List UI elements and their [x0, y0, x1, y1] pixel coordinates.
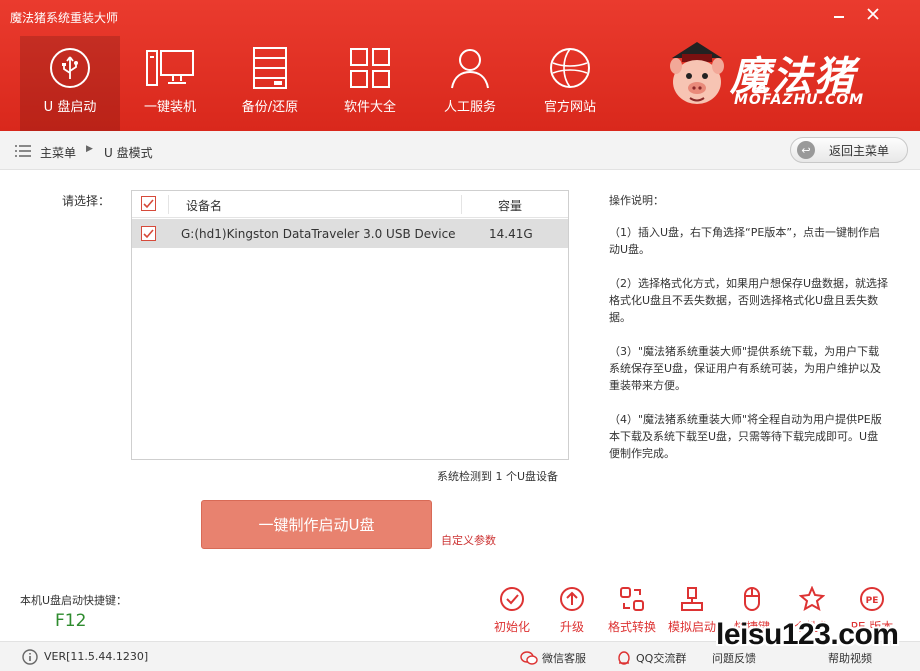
- tool-format-convert[interactable]: 格式转换: [602, 585, 662, 635]
- watermark: leisu123.com: [716, 618, 899, 651]
- select-all-checkbox[interactable]: [141, 196, 156, 211]
- minimize-icon[interactable]: [828, 6, 850, 24]
- header: 魔法猪系统重装大师 U 盘启动 一键装机 备份/还原 软件大全 人工服务 官方网…: [0, 0, 920, 131]
- nav-manual-service[interactable]: 人工服务: [420, 36, 520, 131]
- instruction-paragraph: （4）"魔法猪系统重装大师"将全程自动为用户提供PE版本下载及系统下载至U盘，只…: [609, 413, 882, 460]
- help-video-link[interactable]: 帮助视频: [828, 650, 872, 666]
- simulate-icon: [678, 585, 706, 613]
- column-device-name: 设备名: [186, 199, 223, 213]
- nav-label: 备份/还原: [241, 100, 299, 115]
- instruction-paragraph: （3）"魔法猪系统重装大师"提供系统下载，为用户下载系统保存至U盘，保证用户有系…: [609, 345, 882, 392]
- tool-upgrade[interactable]: 升级: [542, 585, 602, 635]
- make-boot-usb-button[interactable]: 一键制作启动U盘: [201, 500, 432, 549]
- help-video-label: 帮助视频: [828, 652, 872, 665]
- device-size-cell: 14.41G: [489, 227, 533, 241]
- device-name-cell: G:(hd1)Kingston DataTraveler 3.0 USB Dev…: [181, 227, 456, 241]
- wechat-label: 微信客服: [542, 652, 586, 665]
- table-header: 设备名 容量: [132, 191, 568, 218]
- computer-icon: [146, 46, 194, 90]
- nav-one-key-install[interactable]: 一键装机: [120, 36, 220, 131]
- back-button-label: 返回主菜单: [829, 143, 890, 158]
- nav-label: 官方网站: [543, 100, 596, 115]
- select-label: 请选择：: [62, 194, 111, 208]
- nav-label: 人工服务: [443, 100, 496, 115]
- breadcrumb-current: U 盘模式: [104, 146, 153, 160]
- nav-software[interactable]: 软件大全: [320, 36, 420, 131]
- breadcrumb: 主菜单 ▶ U 盘模式 ↩ 返回主菜单: [0, 131, 920, 170]
- back-to-main-button[interactable]: ↩ 返回主菜单: [790, 137, 908, 163]
- check-circle-icon: [498, 585, 526, 613]
- device-table: 设备名 容量 G:(hd1)Kingston DataTraveler 3.0 …: [131, 190, 569, 460]
- globe-icon: [546, 46, 594, 90]
- info-icon: [22, 649, 38, 665]
- tool-label: 初始化: [493, 620, 530, 634]
- shortcut-label: 本机U盘启动快捷键：: [20, 594, 128, 607]
- nav-backup-restore[interactable]: 备份/还原: [220, 36, 320, 131]
- nav-label: 一键装机: [143, 100, 196, 115]
- tool-label: 升级: [559, 620, 584, 634]
- brand-logo: 魔法猪 MOFAZHU.COM: [662, 40, 902, 116]
- pe-icon: PE: [858, 585, 886, 613]
- window-title: 魔法猪系统重装大师: [10, 11, 119, 25]
- server-icon: [246, 46, 294, 90]
- nav-official-site[interactable]: 官方网站: [520, 36, 620, 131]
- instruction-paragraph: （2）选择格式化方式，如果用户想保存U盘数据，就选择格式化U盘且不丢失数据，否则…: [609, 277, 889, 324]
- main-nav: U 盘启动 一键装机 备份/还原 软件大全 人工服务 官方网站: [20, 36, 620, 131]
- qq-icon: [618, 651, 630, 665]
- back-arrow-icon: ↩: [797, 141, 815, 159]
- menu-icon: [15, 145, 31, 157]
- nav-usb-boot[interactable]: U 盘启动: [20, 36, 120, 131]
- usb-icon: [46, 46, 94, 90]
- mouse-icon: [738, 585, 766, 613]
- chevron-right-icon: ▶: [86, 144, 93, 154]
- qq-label: QQ交流群: [636, 652, 687, 665]
- shortcut-key: F12: [55, 611, 87, 631]
- feedback-label: 问题反馈: [712, 652, 756, 665]
- custom-params-link[interactable]: 自定义参数: [441, 532, 496, 548]
- pig-mascot-icon: [670, 42, 724, 104]
- tool-label: 模拟启动: [667, 620, 716, 634]
- apps-grid-icon: [346, 46, 394, 90]
- upload-circle-icon: [558, 585, 586, 613]
- person-icon: [446, 46, 494, 90]
- instruction-paragraph: （1）插入U盘，右下角选择“PE版本”，点击一键制作启动U盘。: [609, 226, 881, 256]
- nav-label: 软件大全: [343, 100, 396, 115]
- qq-group-link[interactable]: QQ交流群: [616, 650, 686, 666]
- feedback-link[interactable]: 问题反馈: [712, 650, 756, 666]
- wechat-icon: [520, 651, 538, 665]
- personalize-icon: [798, 585, 826, 613]
- close-icon[interactable]: [862, 6, 884, 24]
- nav-label: U 盘启动: [43, 100, 97, 115]
- column-capacity: 容量: [498, 199, 523, 213]
- detect-status: 系统检测到 1 个U盘设备: [437, 470, 559, 483]
- instructions-title: 操作说明：: [609, 194, 664, 207]
- column-divider: [461, 195, 462, 214]
- breadcrumb-home[interactable]: 主菜单: [40, 144, 76, 161]
- tool-simulate-boot[interactable]: 模拟启动: [662, 585, 722, 635]
- wechat-service-link[interactable]: 微信客服: [520, 650, 586, 666]
- logo-text-en: MOFAZHU.COM: [734, 92, 865, 108]
- convert-icon: [618, 585, 646, 613]
- tool-label: 格式转换: [607, 620, 656, 634]
- row-checkbox[interactable]: [141, 226, 156, 241]
- tool-initialize[interactable]: 初始化: [482, 585, 542, 635]
- table-row[interactable]: G:(hd1)Kingston DataTraveler 3.0 USB Dev…: [132, 219, 568, 248]
- svg-text:PE: PE: [866, 596, 879, 606]
- column-divider: [168, 195, 169, 214]
- version-label: VER[11.5.44.1230]: [44, 650, 149, 663]
